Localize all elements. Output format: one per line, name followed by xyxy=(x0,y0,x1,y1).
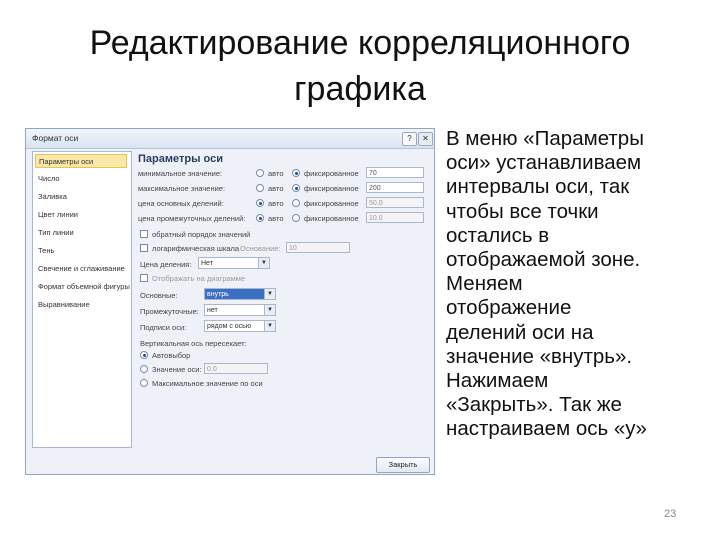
chevron-down-icon: ▼ xyxy=(264,289,275,299)
minor-unit-auto-label: авто xyxy=(268,214,284,223)
slide-title: Редактирование корреляционного графика xyxy=(40,20,680,112)
cross-value-radio[interactable] xyxy=(140,365,148,373)
dialog-sidebar: Параметры оси Число Заливка Цвет линии Т… xyxy=(32,151,132,448)
cross-auto-radio[interactable] xyxy=(140,351,148,359)
major-unit-fixed-label: фиксированное xyxy=(304,199,359,208)
tick-labels-value: рядом с осью xyxy=(207,323,252,330)
major-tick-select[interactable]: внутрь ▼ xyxy=(204,288,276,300)
desc-line: чтобы все точки xyxy=(446,199,599,223)
max-auto-radio[interactable] xyxy=(256,184,264,192)
cross-value-input[interactable]: 0.0 xyxy=(204,363,268,374)
max-auto-label: авто xyxy=(268,184,284,193)
cross-label: Вертикальная ось пересекает: xyxy=(140,339,247,348)
min-fixed-label: фиксированное xyxy=(304,169,359,178)
desc-line: остались в xyxy=(446,223,550,247)
minor-unit-auto-radio[interactable] xyxy=(256,214,264,222)
desc-line: настраиваем ось «y» xyxy=(446,417,647,441)
cross-max-radio[interactable] xyxy=(140,379,148,387)
desc-line: отображение xyxy=(446,296,572,320)
minor-unit-fixed-radio[interactable] xyxy=(292,214,300,222)
desc-line: Нажимаем xyxy=(446,369,549,393)
sidebar-item-fill[interactable]: Заливка xyxy=(35,190,130,204)
log-base-label: Основание: xyxy=(240,244,281,253)
reverse-order-label: обратный порядок значений xyxy=(152,230,251,239)
major-unit-auto-label: авто xyxy=(268,199,284,208)
sidebar-item-line-color[interactable]: Цвет линии xyxy=(35,208,130,222)
show-units-label: Отображать на диаграмме xyxy=(152,274,246,283)
minor-tick-label: Промежуточные: xyxy=(140,307,199,316)
minor-tick-select[interactable]: нет ▼ xyxy=(204,304,276,316)
section-title: Параметры оси xyxy=(138,153,223,165)
major-unit-label: цена основных делений: xyxy=(138,199,224,208)
help-button[interactable]: ? xyxy=(402,132,417,146)
minor-tick-value: нет xyxy=(207,307,218,314)
show-units-checkbox[interactable] xyxy=(140,274,148,282)
display-units-value: Нет xyxy=(201,260,213,267)
sidebar-item-axis-options[interactable]: Параметры оси xyxy=(35,154,127,168)
minor-unit-fixed-label: фиксированное xyxy=(304,214,359,223)
desc-line: делений оси на xyxy=(446,320,594,344)
display-units-label: Цена деления: xyxy=(140,260,192,269)
desc-line: значение «внутрь». xyxy=(446,344,633,368)
min-label: минимальное значение: xyxy=(138,169,223,178)
sidebar-item-3d-format[interactable]: Формат объемной фигуры xyxy=(35,280,130,294)
tick-labels-label: Подписи оси: xyxy=(140,323,187,332)
minor-unit-input[interactable]: 10.0 xyxy=(366,212,424,223)
log-scale-label: логарифмическая шкала xyxy=(152,244,240,253)
log-base-input[interactable]: 10 xyxy=(286,242,350,253)
slide-description: В меню «Параметры оси» устанавливаем инт… xyxy=(446,127,696,442)
sidebar-item-shadow[interactable]: Тень xyxy=(35,244,130,258)
max-fixed-radio[interactable] xyxy=(292,184,300,192)
cross-max-label: Максимальное значение по оси xyxy=(152,379,263,388)
tick-labels-select[interactable]: рядом с осью ▼ xyxy=(204,320,276,332)
major-tick-value: внутрь xyxy=(207,291,229,298)
desc-line: Меняем xyxy=(446,272,523,296)
display-units-select[interactable]: Нет ▼ xyxy=(198,257,270,269)
min-fixed-radio[interactable] xyxy=(292,169,300,177)
dialog-titlebar: Формат оси ? ✕ xyxy=(26,129,434,149)
minor-unit-label: цена промежуточных делений: xyxy=(138,214,246,223)
chevron-down-icon: ▼ xyxy=(264,305,275,315)
desc-line: отображаемой зоне. xyxy=(446,248,641,272)
cross-auto-label: Автовыбор xyxy=(152,351,191,360)
page-number: 23 xyxy=(664,508,677,520)
max-label: максимальное значение: xyxy=(138,184,226,193)
desc-line: В меню «Параметры xyxy=(446,127,644,150)
axis-options-panel: Параметры оси минимальное значение: авто… xyxy=(134,151,430,446)
major-tick-label: Основные: xyxy=(140,291,178,300)
min-value-input[interactable]: 70 xyxy=(366,167,424,178)
reverse-order-checkbox[interactable] xyxy=(140,230,148,238)
max-value-input[interactable]: 200 xyxy=(366,182,424,193)
format-axis-dialog: Формат оси ? ✕ Параметры оси Число Залив… xyxy=(25,128,435,475)
major-unit-input[interactable]: 50.0 xyxy=(366,197,424,208)
slide-title-line-1: Редактирование корреляционного xyxy=(89,24,631,62)
desc-line: оси» устанавливаем xyxy=(446,151,642,175)
sidebar-item-line-style[interactable]: Тип линии xyxy=(35,226,130,240)
cross-value-label: Значение оси: xyxy=(152,365,202,374)
slide-title-line-2: графика xyxy=(294,70,426,108)
dialog-title: Формат оси xyxy=(32,133,79,143)
sidebar-item-alignment[interactable]: Выравнивание xyxy=(35,298,130,312)
close-icon[interactable]: ✕ xyxy=(418,132,433,146)
sidebar-item-glow[interactable]: Свечение и сглаживание xyxy=(35,262,130,276)
min-auto-label: авто xyxy=(268,169,284,178)
max-fixed-label: фиксированное xyxy=(304,184,359,193)
close-button[interactable]: Закрыть xyxy=(376,457,430,473)
desc-line: интервалы оси, так xyxy=(446,175,630,199)
sidebar-item-number[interactable]: Число xyxy=(35,172,130,186)
major-unit-auto-radio[interactable] xyxy=(256,199,264,207)
chevron-down-icon: ▼ xyxy=(264,321,275,331)
min-auto-radio[interactable] xyxy=(256,169,264,177)
log-scale-checkbox[interactable] xyxy=(140,244,148,252)
chevron-down-icon: ▼ xyxy=(258,258,269,268)
major-unit-fixed-radio[interactable] xyxy=(292,199,300,207)
desc-line: «Закрыть». Так же xyxy=(446,393,622,417)
